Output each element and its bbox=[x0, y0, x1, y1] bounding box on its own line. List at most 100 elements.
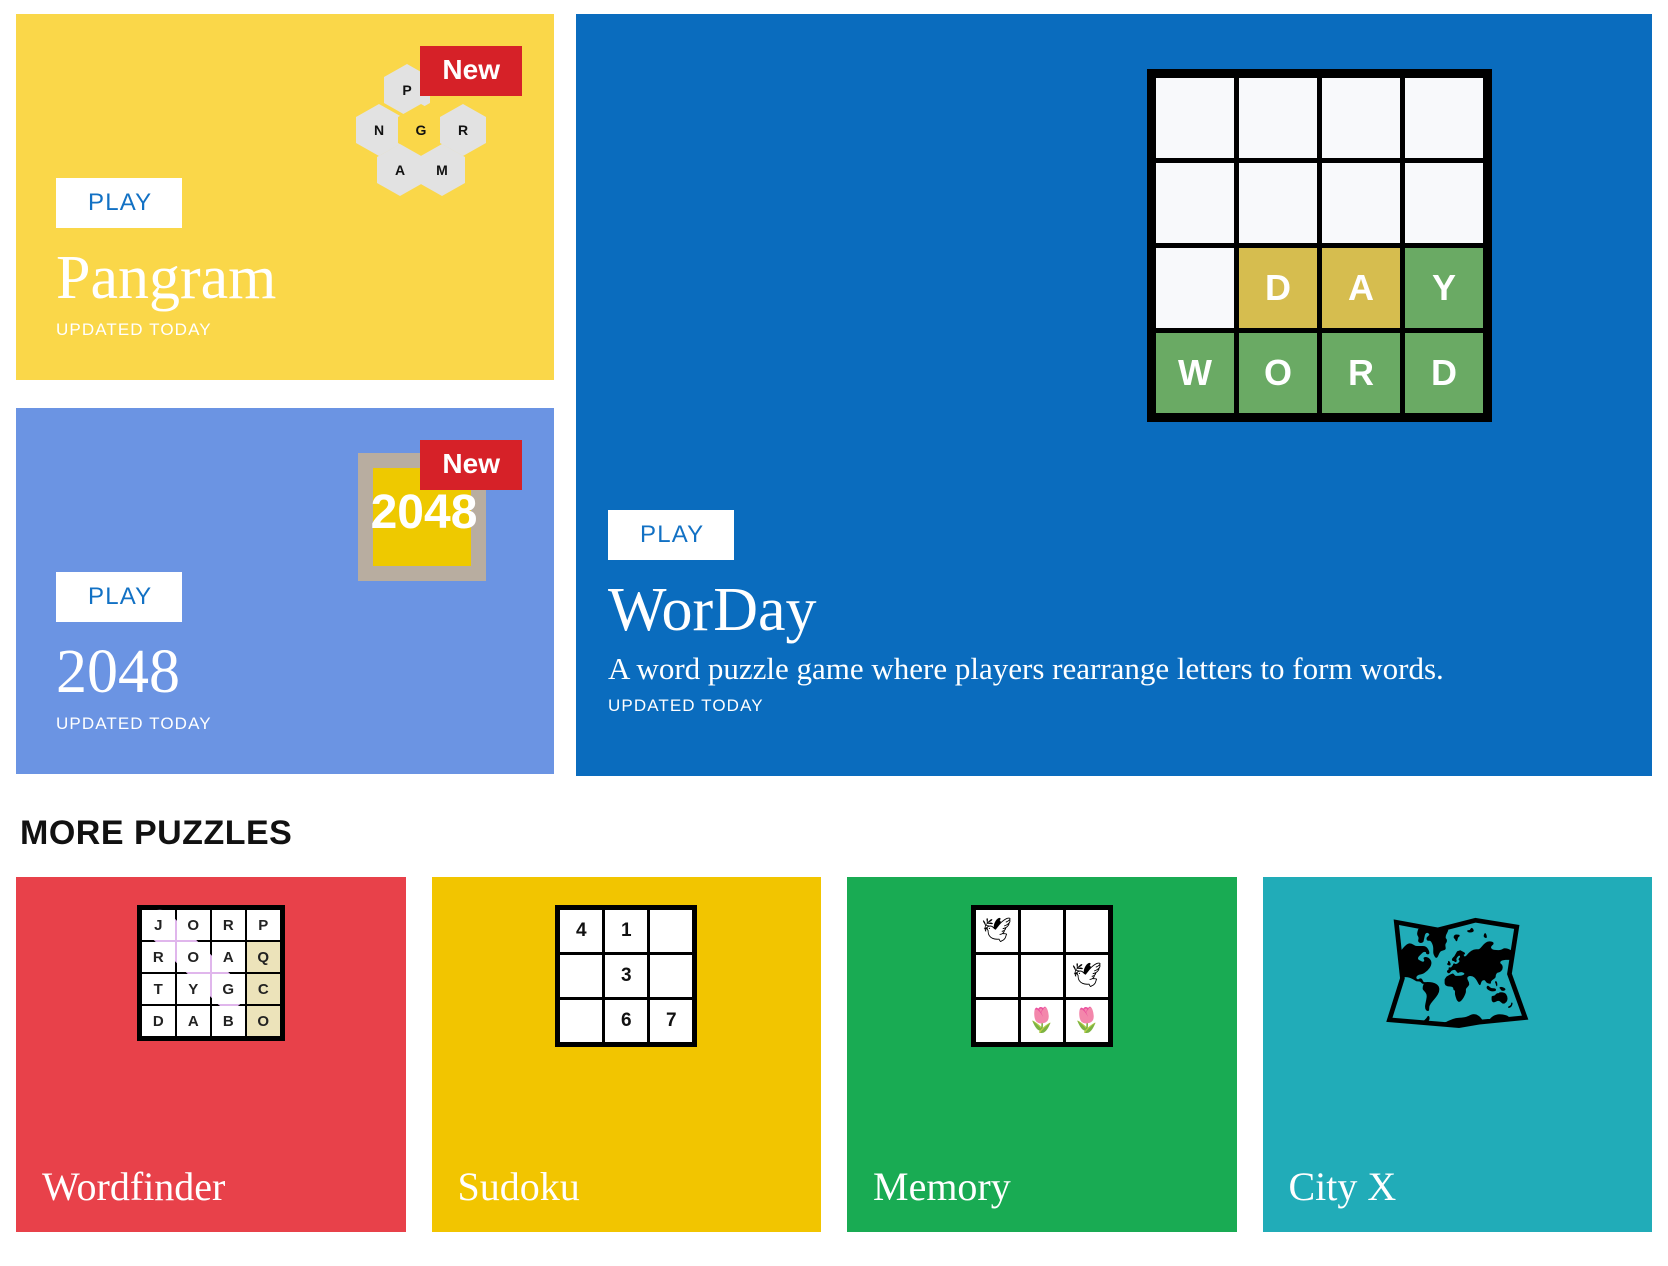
pangram-title: Pangram bbox=[56, 243, 277, 312]
wf-letter: T bbox=[153, 980, 163, 998]
pangram-play-button[interactable]: PLAY bbox=[56, 177, 183, 228]
memory-cell bbox=[1020, 910, 1063, 952]
worday-cell: D bbox=[1405, 333, 1483, 413]
wf-letter: G bbox=[222, 980, 235, 998]
hex-letter: A bbox=[394, 162, 406, 178]
worday-cell bbox=[1239, 78, 1317, 158]
featured-left-column: New P N G R A M PLAY Pangram UPDATED TOD… bbox=[16, 14, 554, 776]
worday-cell: O bbox=[1239, 333, 1317, 413]
worday-card-body: PLAY WorDay A word puzzle game where pla… bbox=[608, 510, 1444, 716]
sudoku-title: Sudoku bbox=[457, 1164, 580, 1209]
worday-play-button[interactable]: PLAY bbox=[608, 510, 735, 561]
memory-cell: 🌷 bbox=[1020, 1000, 1063, 1042]
wordfinder-cell: G bbox=[211, 974, 245, 1004]
wordfinder-cell: R bbox=[141, 942, 175, 972]
worday-cell: W bbox=[1156, 333, 1234, 413]
sudoku-cell bbox=[650, 910, 693, 952]
sudoku-value: 7 bbox=[665, 1010, 677, 1031]
worday-cell bbox=[1156, 248, 1234, 328]
hex-letter: G bbox=[415, 122, 427, 138]
wf-letter: P bbox=[258, 916, 269, 934]
hex-letter: N bbox=[373, 122, 385, 138]
worday-letter-grid: D A Y W O R D bbox=[1147, 69, 1492, 422]
hex-letter: M bbox=[436, 162, 448, 178]
sudoku-cell bbox=[560, 1000, 603, 1042]
worday-cell-letter: D bbox=[1431, 352, 1457, 393]
wordfinder-cell: A bbox=[211, 942, 245, 972]
worday-cell bbox=[1405, 78, 1483, 158]
city-x-art: 🗺 bbox=[1381, 913, 1533, 1033]
worday-cell-letter: O bbox=[1263, 352, 1292, 393]
game-2048-play-button[interactable]: PLAY bbox=[56, 571, 183, 622]
sudoku-cell bbox=[650, 955, 693, 997]
wordfinder-cell: O bbox=[176, 942, 210, 972]
pangram-updated-label: UPDATED TODAY bbox=[56, 320, 212, 339]
memory-grid-icon: 🕊 🕊 🌷 🌷 bbox=[970, 905, 1113, 1047]
tile-2048-number: 2048 bbox=[370, 486, 478, 539]
wordfinder-cell: B bbox=[211, 1006, 245, 1036]
pangram-new-badge: New bbox=[420, 46, 522, 96]
wordfinder-letter-grid: J O R P R O A Q T Y G C D A B O bbox=[136, 903, 285, 1041]
worday-title: WorDay bbox=[608, 576, 817, 645]
game-2048-updated-label: UPDATED TODAY bbox=[56, 714, 212, 733]
worday-cell-letter: R bbox=[1348, 352, 1374, 393]
worday-cell: Y bbox=[1405, 248, 1483, 328]
memory-cell bbox=[975, 955, 1018, 997]
memory-title: Memory bbox=[873, 1164, 1011, 1209]
memory-card[interactable]: 🕊 🕊 🌷 🌷 Memory bbox=[847, 877, 1237, 1232]
sudoku-cell bbox=[560, 955, 603, 997]
game-2048-card[interactable]: New 2048 PLAY 2048 UPDATED TODAY bbox=[16, 408, 554, 774]
wordfinder-card[interactable]: J O R P R O A Q T Y G C D A B O Wordfind… bbox=[16, 877, 406, 1232]
worday-card[interactable]: D A Y W O R D PLAY WorDay A word puzzle … bbox=[576, 14, 1652, 776]
sudoku-card[interactable]: 4 1 3 6 7 Sudoku bbox=[431, 877, 821, 1232]
wf-letter: R bbox=[222, 916, 234, 934]
wordfinder-cell: O bbox=[176, 910, 210, 940]
puzzles-page: New P N G R A M PLAY Pangram UPDATED TOD… bbox=[0, 0, 1668, 1266]
worday-description: A word puzzle game where players rearran… bbox=[608, 651, 1444, 687]
wordfinder-cell: C bbox=[246, 974, 280, 1004]
worday-cell bbox=[1156, 163, 1234, 243]
worday-cell: R bbox=[1322, 333, 1400, 413]
wf-letter: R bbox=[152, 948, 164, 966]
city-x-title: City X bbox=[1288, 1164, 1397, 1209]
bird-icon: 🕊 bbox=[981, 917, 1012, 944]
sudoku-value: 1 bbox=[620, 920, 632, 941]
hex-letter: R bbox=[457, 122, 469, 138]
sudoku-cell: 7 bbox=[650, 1000, 693, 1042]
wordfinder-cell: R bbox=[211, 910, 245, 940]
game-2048-card-body: PLAY 2048 UPDATED TODAY bbox=[56, 571, 212, 734]
world-map-icon: 🗺 bbox=[1381, 906, 1534, 1040]
game-2048-title: 2048 bbox=[56, 637, 180, 706]
wf-letter: A bbox=[187, 1012, 199, 1030]
more-puzzles-grid: J O R P R O A Q T Y G C D A B O Wordfind… bbox=[16, 877, 1652, 1232]
wf-letter: D bbox=[152, 1012, 164, 1030]
worday-updated-label: UPDATED TODAY bbox=[608, 696, 764, 715]
worday-cell bbox=[1322, 163, 1400, 243]
worday-cell bbox=[1156, 78, 1234, 158]
wf-letter: B bbox=[222, 1012, 234, 1030]
pangram-card[interactable]: New P N G R A M PLAY Pangram UPDATED TOD… bbox=[16, 14, 554, 380]
sudoku-grid-icon: 4 1 3 6 7 bbox=[555, 905, 698, 1047]
sudoku-cell: 3 bbox=[605, 955, 648, 997]
hex-letter: P bbox=[402, 82, 412, 98]
worday-cell bbox=[1239, 163, 1317, 243]
sudoku-value: 6 bbox=[620, 1010, 632, 1031]
wordfinder-cell: A bbox=[176, 1006, 210, 1036]
wf-letter: C bbox=[257, 980, 269, 998]
wordfinder-cell: Y bbox=[176, 974, 210, 1004]
sudoku-cell: 6 bbox=[605, 1000, 648, 1042]
sudoku-cell: 4 bbox=[560, 910, 603, 952]
memory-cell: 🕊 bbox=[975, 910, 1018, 952]
city-x-card[interactable]: 🗺 City X bbox=[1262, 877, 1652, 1232]
memory-tile-grid: 🕊 🕊 🌷 🌷 bbox=[970, 905, 1113, 1047]
wf-letter: Q bbox=[257, 948, 270, 966]
bird-icon: 🕊 bbox=[1071, 962, 1102, 989]
wordfinder-title: Wordfinder bbox=[42, 1164, 226, 1209]
worday-cell-letter: Y bbox=[1431, 267, 1456, 308]
wordfinder-cell: Q bbox=[246, 942, 280, 972]
wf-letter: J bbox=[154, 916, 163, 934]
wf-letter: O bbox=[257, 1012, 270, 1030]
wordfinder-cell: T bbox=[141, 974, 175, 1004]
sudoku-value: 4 bbox=[575, 920, 587, 941]
wf-letter: O bbox=[187, 916, 200, 934]
